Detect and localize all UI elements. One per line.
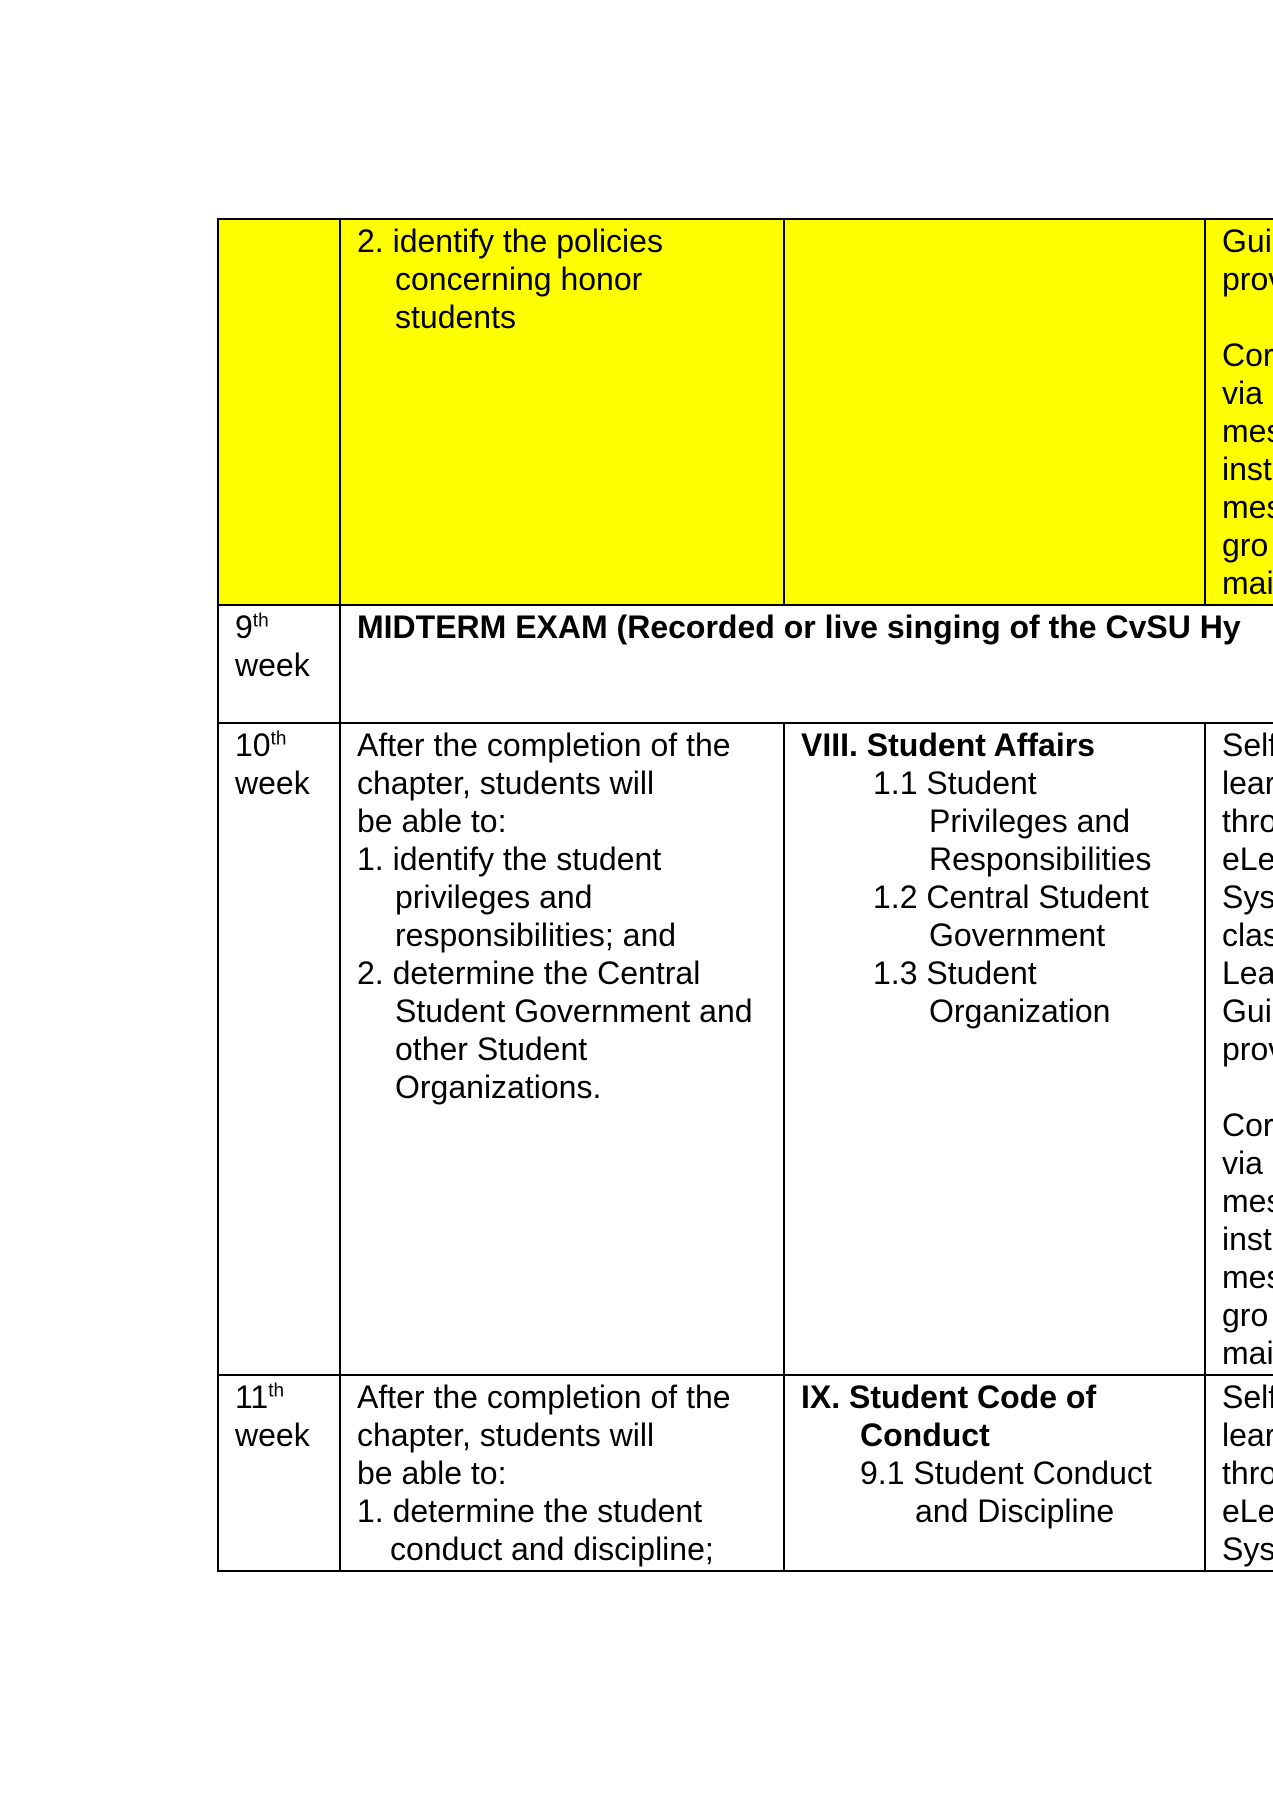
objective-line: chapter, students will: [357, 1417, 655, 1453]
activities-text: SelflearthroeLeSysclasLeaGuiprovCorviame…: [1222, 726, 1273, 1372]
topics-cell: VIII. Student Affairs 1.1 Student Privileg…: [783, 722, 1206, 1376]
objective-line: concerning honor: [395, 261, 643, 297]
week-number-line: 10th: [235, 726, 325, 764]
week-number: 9: [235, 609, 253, 645]
topics-cell: IX. Student Code of Conduct 9.1 Student Co…: [783, 1374, 1206, 1572]
activity-line: thro: [1222, 1455, 1273, 1491]
objective-line: 1. identify the student: [357, 841, 662, 877]
week-ordinal-suffix: th: [270, 728, 287, 750]
activity-line: lear: [1222, 1417, 1273, 1453]
activity-line: inst: [1222, 451, 1272, 487]
objective-line: After the completion of the: [357, 727, 731, 763]
objective-line: privileges and: [395, 879, 593, 915]
week-cell: 9th week: [217, 604, 341, 724]
table-row: 10th week After the completion of the chapt…: [217, 722, 1273, 1376]
activity-line: mes: [1222, 489, 1273, 525]
activity-line: Lea: [1222, 955, 1273, 991]
week-label: week: [235, 647, 310, 683]
activity-line: thro: [1222, 803, 1273, 839]
objective-line: 1. determine the student: [357, 1493, 703, 1529]
activity-line: eLe: [1222, 1493, 1273, 1529]
table-row: 2. identify the policies concerning honor…: [217, 218, 1273, 606]
activity-line: [1222, 298, 1273, 336]
activity-line: Cor: [1222, 337, 1273, 373]
table-row: 9th week MIDTERM EXAM (Recorded or live si…: [217, 604, 1273, 724]
activity-line: prov: [1222, 1031, 1273, 1067]
week-cell: [217, 218, 341, 606]
objective-line: students: [395, 299, 516, 335]
objectives-cell: After the completion of the chapter, stud…: [339, 1374, 785, 1572]
objective-line: conduct and discipline;: [390, 1531, 714, 1567]
midterm-cell: MIDTERM EXAM (Recorded or live singing o…: [339, 604, 1273, 724]
syllabus-table: 2. identify the policies concerning honor…: [217, 218, 1273, 1572]
topics-cell: [783, 218, 1206, 606]
activity-line: mes: [1222, 1259, 1273, 1295]
activities-cell: Self lear thro eLe Sys: [1204, 1374, 1273, 1572]
activity-line: gro: [1222, 527, 1269, 563]
topic-line: Government: [929, 917, 1106, 953]
activity-line: inst: [1222, 1221, 1272, 1257]
activity-line: Cor: [1222, 1107, 1273, 1143]
objective-line: other Student: [395, 1031, 588, 1067]
activity-line: Sys: [1222, 1531, 1273, 1567]
week-label: week: [235, 1417, 310, 1453]
topic-line: IX. Student Code of: [801, 1379, 1097, 1415]
activity-line: Gui: [1222, 993, 1272, 1029]
week-ordinal-suffix: th: [268, 1380, 285, 1402]
week-number: 11: [235, 1379, 269, 1415]
objective-line: 2. determine the Central: [357, 955, 701, 991]
activity-line: Gui: [1222, 223, 1272, 259]
activity-line: Self: [1222, 727, 1273, 763]
activity-line: mes: [1222, 1183, 1273, 1219]
topic-line: and Discipline: [915, 1493, 1115, 1529]
week-label: week: [235, 765, 310, 801]
week-number: 10: [235, 727, 271, 763]
activity-line: [1222, 1068, 1273, 1106]
activity-line: mai: [1222, 565, 1273, 601]
syllabus-table-body: 2. identify the policies concerning honor…: [217, 218, 1273, 1572]
activity-line: mai: [1222, 1335, 1273, 1371]
topic-line: 9.1 Student Conduct: [860, 1455, 1152, 1491]
objective-line: be able to:: [357, 803, 507, 839]
activity-line: via: [1222, 375, 1263, 411]
activities-cell: SelflearthroeLeSysclasLeaGuiprovCorviame…: [1204, 722, 1273, 1376]
midterm-exam-label: MIDTERM EXAM (Recorded or live singing o…: [357, 609, 1241, 645]
topic-line: Privileges and: [929, 803, 1130, 839]
activity-line: mes: [1222, 413, 1273, 449]
activity-line: via: [1222, 1145, 1263, 1181]
topic-line: 1.2 Central Student: [873, 879, 1149, 915]
activity-line: eLe: [1222, 841, 1273, 877]
week-cell: 11th week: [217, 1374, 341, 1572]
topic-line: Organization: [929, 993, 1111, 1029]
objective-line: Student Government and: [395, 993, 753, 1029]
objective-line: After the completion of the: [357, 1379, 731, 1415]
activity-line: lear: [1222, 765, 1273, 801]
activities-cell: GuiprovCorviamesinstmesgromai: [1204, 218, 1273, 606]
week-number-line: 9th: [235, 608, 325, 646]
objective-line: responsibilities; and: [395, 917, 677, 953]
activities-text: GuiprovCorviamesinstmesgromai: [1222, 222, 1273, 602]
topic-line: 1.3 Student: [873, 955, 1037, 991]
activity-line: Self: [1222, 1379, 1273, 1415]
objectives-cell: 2. identify the policies concerning honor…: [339, 218, 785, 606]
activity-line: Sys: [1222, 879, 1273, 915]
activity-line: gro: [1222, 1297, 1269, 1333]
topic-line: Responsibilities: [929, 841, 1152, 877]
topic-line: Conduct: [860, 1417, 990, 1453]
week-cell: 10th week: [217, 722, 341, 1376]
objective-line: Organizations.: [395, 1069, 602, 1105]
activity-line: clas: [1222, 917, 1273, 953]
objective-line: 2. identify the policies: [357, 223, 663, 259]
activities-text: Self lear thro eLe Sys: [1222, 1378, 1273, 1568]
table-row: 11th week After the completion of the chapt…: [217, 1374, 1273, 1572]
topic-line: VIII. Student Affairs: [801, 727, 1095, 763]
week-ordinal-suffix: th: [252, 610, 269, 632]
objectives-cell: After the completion of the chapter, stud…: [339, 722, 785, 1376]
topic-line: 1.1 Student: [873, 765, 1037, 801]
document-page: 2. identify the policies concerning honor…: [0, 0, 1273, 1800]
objective-line: be able to:: [357, 1455, 507, 1491]
objective-line: chapter, students will: [357, 765, 655, 801]
activity-line: prov: [1222, 261, 1273, 297]
week-number-line: 11th: [235, 1378, 325, 1416]
